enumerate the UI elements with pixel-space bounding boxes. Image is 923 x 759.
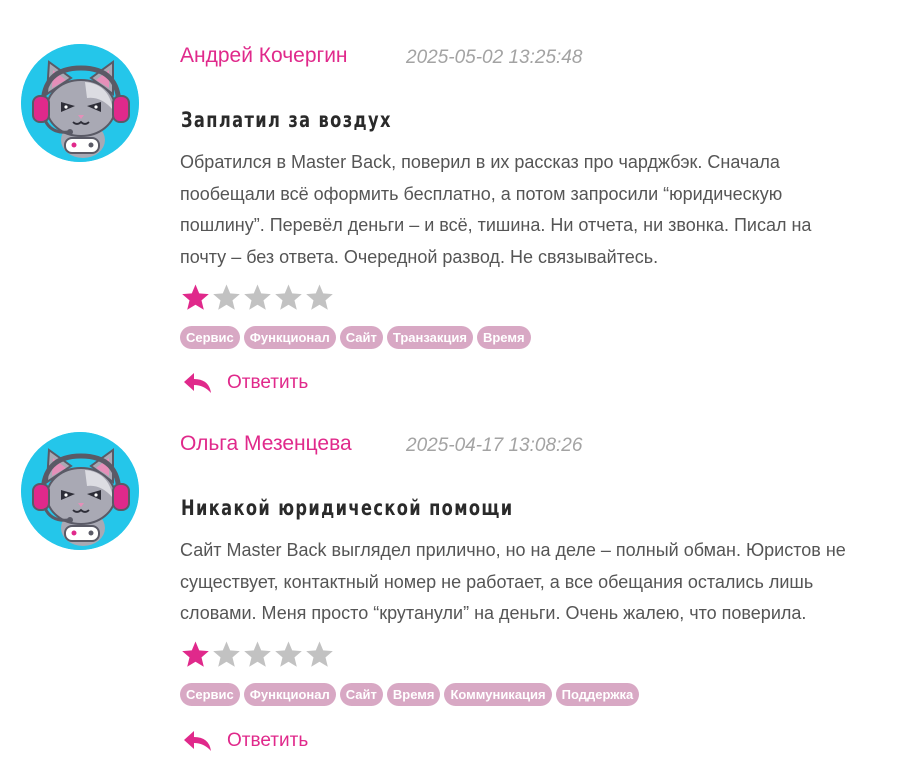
- review-title: Заплатил за воздух: [181, 108, 392, 132]
- tag[interactable]: Время: [386, 683, 441, 706]
- tag[interactable]: Транзакция: [386, 326, 473, 349]
- gamer-cat-icon: [21, 44, 139, 162]
- star-empty-icon: [275, 284, 302, 310]
- gamer-cat-icon: [21, 432, 139, 550]
- review-text-line: почту – без ответа. Очередной развод. Не…: [180, 246, 659, 267]
- star-empty-icon: [213, 284, 240, 310]
- tag-list: Сервис Функционал Сайт Время Коммуникаци…: [180, 683, 640, 706]
- star-empty-icon: [306, 641, 333, 667]
- reply-icon: [184, 731, 211, 751]
- tag[interactable]: Коммуникация: [444, 683, 552, 706]
- tag[interactable]: Сервис: [180, 326, 240, 349]
- reply-label[interactable]: Ответить: [227, 730, 308, 752]
- review-text-line: Сайт Master Back выглядел прилично, но н…: [180, 540, 846, 560]
- reply-button[interactable]: Ответить: [182, 371, 308, 395]
- author-name[interactable]: Ольга Мезенцева: [180, 432, 352, 456]
- tag[interactable]: Функционал: [243, 683, 336, 706]
- star-filled-icon: [182, 284, 209, 310]
- tag[interactable]: Сайт: [339, 683, 383, 706]
- tag[interactable]: Сайт: [339, 326, 383, 349]
- review-text: Обратился в Master Back, поверил в их ра…: [180, 147, 915, 273]
- reply-label[interactable]: Ответить: [227, 372, 308, 394]
- tag[interactable]: Сервис: [180, 683, 240, 706]
- review-date: 2025-04-17 13:08:26: [406, 435, 583, 456]
- avatar: [21, 432, 139, 550]
- star-empty-icon: [275, 641, 302, 667]
- reviews-list: Андрей Кочергин 2025-05-02 13:25:48 Запл…: [0, 0, 923, 759]
- review-text-line: пошлину”. Перевёл деньги – и всё, тишина…: [180, 215, 812, 235]
- review-text-line: существует, контактный номер не работает…: [180, 571, 814, 592]
- review-text-line: словами. Меня просто “крутанули” на день…: [180, 603, 807, 623]
- tag-list: Сервис Функционал Сайт Транзакция Время: [180, 326, 531, 349]
- star-filled-icon: [182, 641, 209, 667]
- author-name[interactable]: Андрей Кочергин: [180, 44, 348, 68]
- star-rating: [181, 640, 334, 669]
- review-date: 2025-05-02 13:25:48: [406, 47, 583, 68]
- review-title: Никакой юридической помощи: [181, 496, 514, 520]
- tag[interactable]: Время: [476, 326, 531, 349]
- star-empty-icon: [244, 641, 271, 667]
- tag[interactable]: Поддержка: [555, 683, 640, 706]
- review-text-line: Обратился в Master Back, поверил в их ра…: [180, 152, 780, 172]
- star-empty-icon: [306, 284, 333, 310]
- reply-button[interactable]: Ответить: [182, 729, 308, 753]
- tag[interactable]: Функционал: [243, 326, 336, 349]
- star-empty-icon: [213, 641, 240, 667]
- star-rating: [181, 283, 334, 312]
- review-text: Сайт Master Back выглядел прилично, но н…: [180, 535, 915, 630]
- reply-icon: [184, 373, 211, 393]
- star-empty-icon: [244, 284, 271, 310]
- review-text-line: пообещали всё оформить бесплатно, а пото…: [180, 183, 783, 204]
- avatar: [21, 44, 139, 162]
